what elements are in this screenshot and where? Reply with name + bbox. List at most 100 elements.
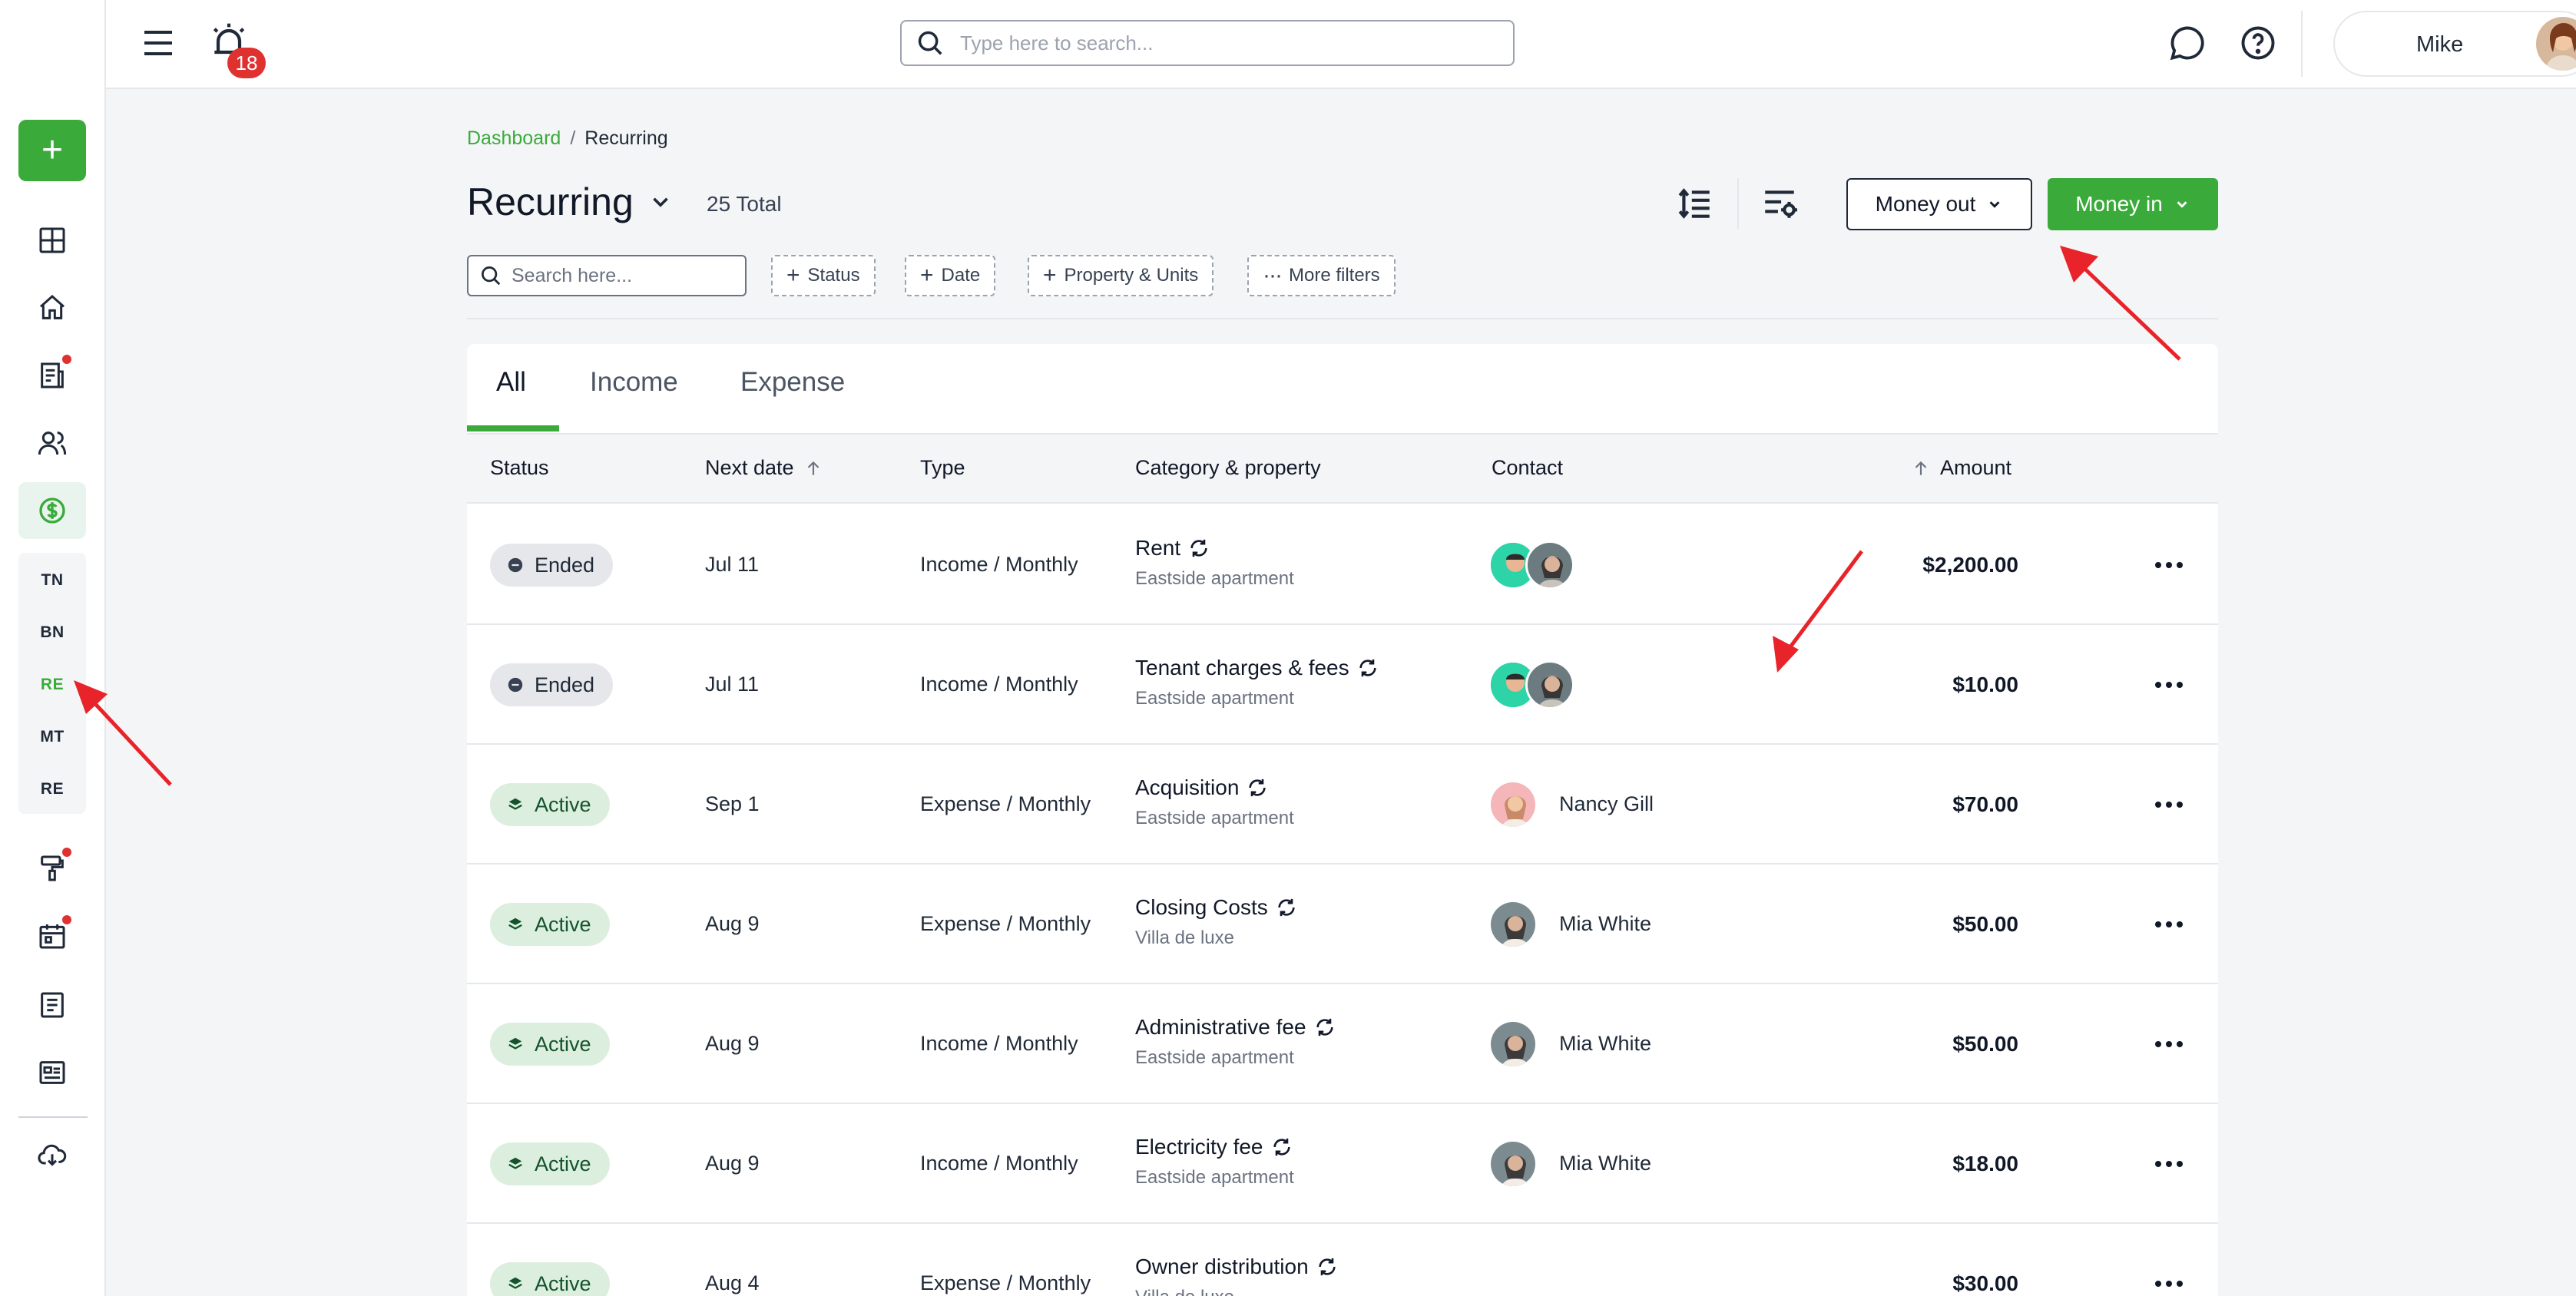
column-header-status[interactable]: Status xyxy=(490,456,549,480)
more-actions-icon[interactable] xyxy=(2151,789,2187,820)
column-settings-icon[interactable] xyxy=(1760,184,1799,223)
cloud-download-icon xyxy=(38,1144,67,1166)
status-badge-label: Active xyxy=(535,912,591,936)
category-name[interactable]: Tenant charges & fees xyxy=(1135,656,1349,680)
next-date: Jul 11 xyxy=(705,673,760,696)
category-name[interactable]: Rent xyxy=(1135,536,1180,560)
next-date: Aug 9 xyxy=(705,1152,760,1175)
table-row[interactable]: Active Sep 1 Expense / Monthly Acquisition E… xyxy=(467,745,2218,865)
global-search-input[interactable] xyxy=(960,31,1482,55)
table-row[interactable]: Active Aug 9 Expense / Monthly Closing Cost… xyxy=(467,865,2218,984)
column-header-type[interactable]: Type xyxy=(920,456,965,480)
people-icon xyxy=(38,431,67,455)
money-out-button[interactable]: Money out xyxy=(1846,178,2032,230)
add-button[interactable]: + xyxy=(18,120,86,181)
status-badge-label: Active xyxy=(535,1271,591,1295)
transaction-type: Income / Monthly xyxy=(920,1152,1078,1175)
active-tab-indicator xyxy=(467,425,559,431)
sidebar-item-dashboard[interactable] xyxy=(28,217,76,264)
sidebar-item-accounting[interactable] xyxy=(18,482,86,539)
category-name[interactable]: Closing Costs xyxy=(1135,895,1268,920)
filter-property-chip[interactable]: + Property & Units xyxy=(1028,255,1214,296)
more-actions-icon[interactable] xyxy=(2151,1268,2187,1296)
table-row[interactable]: Ended Jul 11 Income / Monthly Tenant charge… xyxy=(467,625,2218,745)
contact-avatar xyxy=(1525,660,1574,709)
status-badge-label: Ended xyxy=(535,553,595,577)
layers-icon xyxy=(508,1277,522,1289)
filter-date-chip[interactable]: + Date xyxy=(905,255,996,296)
global-search[interactable] xyxy=(900,20,1515,66)
table-row[interactable]: Active Aug 9 Income / Monthly Electricity f… xyxy=(467,1104,2218,1224)
table-row[interactable]: Active Aug 9 Income / Monthly Administrativ… xyxy=(467,984,2218,1104)
column-header-next-date[interactable]: Next date xyxy=(705,456,823,480)
more-actions-icon[interactable] xyxy=(2151,669,2187,700)
page-title: Recurring xyxy=(467,180,634,223)
sidebar-item-maintenance[interactable] xyxy=(28,845,76,892)
sort-lines-icon[interactable] xyxy=(1676,184,1714,223)
minus-circle-icon xyxy=(508,677,523,693)
more-actions-icon[interactable] xyxy=(2151,1029,2187,1060)
more-filters-chip[interactable]: ··· More filters xyxy=(1247,255,1396,296)
sidebar-item-download[interactable] xyxy=(28,1132,76,1179)
property-name: Eastside apartment xyxy=(1135,1047,1294,1068)
category-cell: Administrative fee Eastside apartment xyxy=(1135,1015,1336,1069)
recurring-sync-icon xyxy=(1316,1018,1333,1036)
help-icon[interactable] xyxy=(2238,23,2278,63)
column-header-amount-label: Amount xyxy=(1940,456,2012,479)
sidebar-item-listings[interactable] xyxy=(28,1049,76,1096)
plus-icon: + xyxy=(41,130,64,170)
column-header-contact-label: Contact xyxy=(1492,456,1564,479)
hamburger-menu-icon[interactable] xyxy=(140,25,177,61)
column-header-contact[interactable]: Contact xyxy=(1492,456,1563,480)
sidebar-item-calendar[interactable] xyxy=(28,912,76,960)
property-name: Eastside apartment xyxy=(1135,688,1294,709)
chat-icon[interactable] xyxy=(2167,23,2207,63)
transaction-type: Expense / Monthly xyxy=(920,912,1091,935)
notification-dot xyxy=(62,915,71,924)
column-header-amount[interactable]: Amount xyxy=(1911,456,2011,480)
category-name[interactable]: Administrative fee xyxy=(1135,1015,1306,1040)
dashboard-icon xyxy=(39,227,65,253)
next-date: Aug 4 xyxy=(705,1271,760,1294)
category-cell: Acquisition Eastside apartment xyxy=(1135,775,1294,829)
submenu-item-tn[interactable]: TN xyxy=(18,571,86,590)
category-name[interactable]: Acquisition xyxy=(1135,775,1239,800)
amount: $10.00 xyxy=(1952,673,2018,696)
breadcrumb-dashboard-link[interactable]: Dashboard xyxy=(467,127,561,149)
contact-avatar xyxy=(1488,900,1538,949)
table-row[interactable]: Ended Jul 11 Income / Monthly Rent Eastside … xyxy=(467,505,2218,625)
user-menu[interactable]: Mike xyxy=(2333,11,2576,77)
sidebar-item-reports[interactable] xyxy=(28,981,76,1029)
recurring-sync-icon xyxy=(1278,898,1295,917)
filter-search-input[interactable] xyxy=(512,264,742,287)
tab-all[interactable]: All xyxy=(496,367,526,398)
filter-status-chip[interactable]: + Status xyxy=(771,255,876,296)
transaction-type: Income / Monthly xyxy=(920,553,1078,576)
sidebar-item-properties[interactable] xyxy=(28,284,76,332)
user-avatar xyxy=(2536,17,2576,71)
status-badge: Active xyxy=(490,1023,610,1066)
sidebar-item-people[interactable] xyxy=(28,419,76,467)
status-badge: Active xyxy=(490,783,610,826)
more-actions-icon[interactable] xyxy=(2151,909,2187,940)
money-out-label: Money out xyxy=(1875,192,1976,216)
category-name[interactable]: Electricity fee xyxy=(1135,1135,1263,1159)
contact-avatar xyxy=(1488,1020,1538,1069)
header-divider xyxy=(1737,178,1739,229)
filter-search[interactable] xyxy=(467,255,747,296)
contact-name: Mia White xyxy=(1559,1152,1652,1175)
more-actions-icon[interactable] xyxy=(2151,550,2187,580)
recurring-table-card: All Income Expense Status Next date Type… xyxy=(467,344,2218,1296)
amount: $2,200.00 xyxy=(1922,553,2018,577)
tab-income[interactable]: Income xyxy=(590,367,678,398)
table-row[interactable]: Active Aug 4 Expense / Monthly Owner distri… xyxy=(467,1224,2218,1296)
more-actions-icon[interactable] xyxy=(2151,1149,2187,1179)
sidebar-item-leases[interactable] xyxy=(28,352,76,399)
tab-expense[interactable]: Expense xyxy=(740,367,845,398)
money-in-button[interactable]: Money in xyxy=(2048,178,2218,230)
category-name[interactable]: Owner distribution xyxy=(1135,1255,1309,1279)
page-title-dropdown[interactable]: Recurring xyxy=(467,180,674,224)
submenu-item-bn[interactable]: BN xyxy=(18,623,86,642)
column-header-category[interactable]: Category & property xyxy=(1135,456,1321,480)
chevron-down-icon xyxy=(2177,201,2187,208)
